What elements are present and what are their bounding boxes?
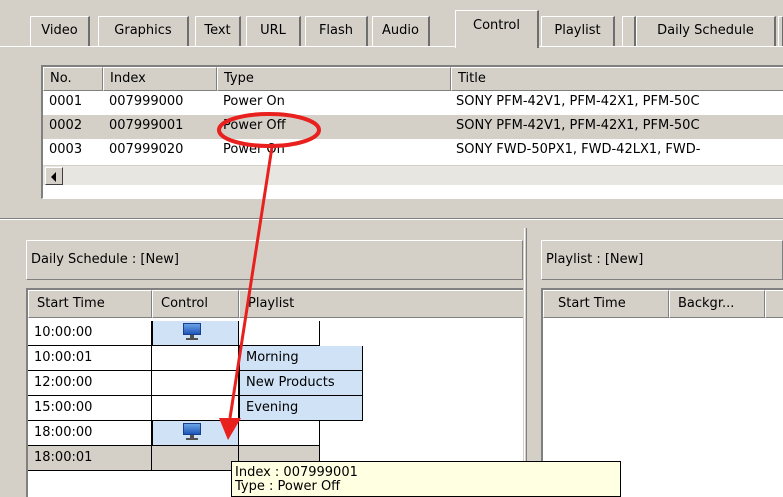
tab-playlist[interactable]: Playlist (541, 16, 615, 46)
list-row-selected[interactable]: 0002 007999001 Power Off SONY PFM-42V1, … (43, 115, 783, 139)
schedule-row[interactable]: 10:00:00 (28, 321, 320, 346)
column-header-control[interactable]: Control (152, 290, 239, 318)
vertical-splitter[interactable] (524, 228, 527, 497)
arrow-left-icon (51, 172, 56, 182)
tab-bar: Video Graphics Text URL Flash Audio Cont… (0, 0, 783, 48)
column-header-no[interactable]: No. (43, 67, 103, 91)
playlist-panel-title: Playlist : [New] (541, 240, 783, 280)
schedule-row[interactable]: 10:00:01 Morning (28, 346, 363, 371)
list-row[interactable]: 0003 007999020 Power On SONY FWD-50PX1, … (43, 139, 783, 163)
schedule-row[interactable]: 15:00:00 Evening (28, 396, 363, 421)
column-header-partial[interactable] (765, 290, 783, 318)
horizontal-splitter[interactable] (0, 218, 783, 220)
start-time-cell[interactable]: 18:00:00 (28, 421, 152, 446)
tab-text[interactable]: Text (195, 16, 241, 46)
control-cell[interactable] (152, 421, 239, 446)
column-header-title[interactable]: Title (451, 67, 783, 91)
list-row[interactable]: 0001 007999000 Power On SONY PFM-42V1, P… (43, 91, 783, 115)
start-time-cell[interactable]: 12:00:00 (28, 371, 152, 396)
control-cell[interactable] (152, 371, 239, 396)
tab-panel-edge (0, 46, 783, 47)
control-list: No. Index Type Title 0001 007999000 Powe… (41, 65, 783, 199)
control-cell[interactable] (152, 321, 239, 346)
control-cell[interactable] (152, 396, 239, 421)
row-title: SONY FWD-50PX1, FWD-42LX1, FWD- (456, 142, 701, 157)
tab-video[interactable]: Video (30, 16, 90, 46)
schedule-row[interactable]: 12:00:00 New Products (28, 371, 363, 396)
row-no: 0001 (49, 94, 83, 109)
column-header-start-time[interactable]: Start Time (28, 290, 152, 318)
start-time-cell[interactable]: 15:00:00 (28, 396, 152, 421)
playlist-cell[interactable]: New Products (239, 371, 363, 396)
playlist-cell[interactable]: Evening (239, 396, 363, 421)
control-cell[interactable] (152, 446, 239, 471)
tooltip: Index : 007999001 Type : Power Off (231, 461, 621, 497)
tab-audio[interactable]: Audio (372, 16, 430, 46)
column-header-type[interactable]: Type (217, 67, 451, 91)
monitor-icon (181, 323, 203, 343)
start-time-cell[interactable]: 10:00:01 (28, 346, 152, 371)
tooltip-index: Index : 007999001 (235, 465, 358, 480)
control-cell[interactable] (152, 346, 239, 371)
row-type: Power On (223, 94, 285, 109)
playlist-cell[interactable] (239, 321, 320, 346)
row-no: 0003 (49, 142, 83, 157)
tab-overflow[interactable] (778, 16, 783, 46)
row-no: 0002 (49, 118, 83, 133)
tab-url[interactable]: URL (246, 16, 301, 46)
column-header-index[interactable]: Index (103, 67, 217, 91)
row-index: 007999001 (109, 118, 184, 133)
horizontal-scrollbar[interactable] (43, 165, 783, 185)
row-index: 007999000 (109, 94, 184, 109)
playlist-cell[interactable]: Morning (239, 346, 363, 371)
tab-daily-schedule[interactable]: Daily Schedule (636, 16, 776, 46)
row-title: SONY PFM-42V1, PFM-42X1, PFM-50C (456, 118, 700, 133)
monitor-icon (181, 423, 203, 443)
tab-control[interactable]: Control (455, 10, 539, 48)
row-title: SONY PFM-42V1, PFM-42X1, PFM-50C (456, 94, 700, 109)
tab-blank[interactable] (622, 16, 636, 46)
column-header-start-time[interactable]: Start Time (543, 290, 669, 318)
row-type: Power Off (223, 118, 286, 133)
row-type: Power On (223, 142, 285, 157)
start-time-cell[interactable]: 18:00:01 (28, 446, 152, 471)
daily-schedule-title: Daily Schedule : [New] (26, 240, 523, 280)
column-header-background[interactable]: Backgr... (669, 290, 765, 318)
playlist-cell[interactable] (239, 421, 320, 446)
tooltip-type: Type : Power Off (235, 479, 341, 494)
row-index: 007999020 (109, 142, 184, 157)
start-time-cell[interactable]: 10:00:00 (28, 321, 152, 346)
tab-flash[interactable]: Flash (305, 16, 368, 46)
column-header-playlist[interactable]: Playlist (239, 290, 523, 318)
scroll-left-button[interactable] (45, 167, 63, 185)
schedule-row[interactable]: 18:00:00 (28, 421, 320, 446)
tab-graphics[interactable]: Graphics (98, 16, 189, 46)
